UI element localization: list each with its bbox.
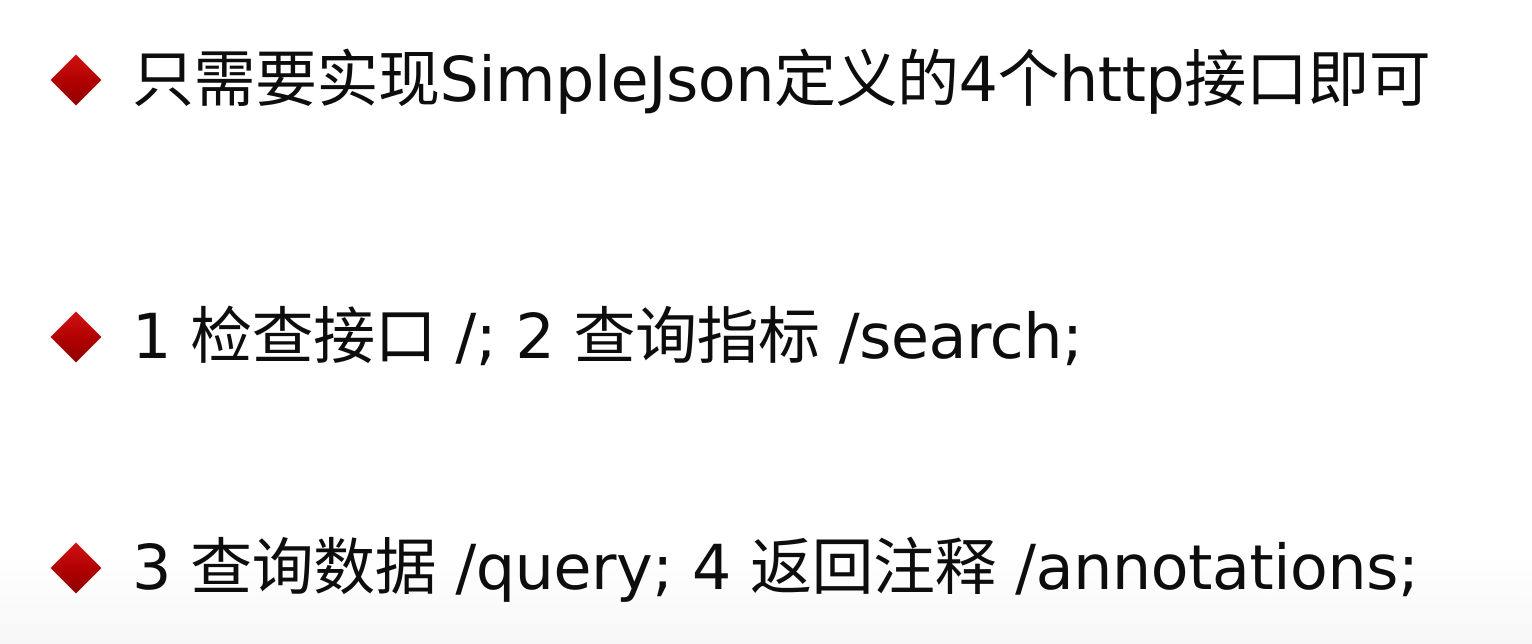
bullet-item-1: 只需要实现SimpleJson定义的4个http接口即可 bbox=[50, 41, 1431, 119]
bullet-text-2: 1 检查接口 /; 2 查询指标 /search; bbox=[132, 300, 1083, 373]
diamond-shape bbox=[50, 542, 102, 594]
diamond-shape bbox=[50, 54, 102, 106]
bullet-item-3: 3 查询数据 /query; 4 返回注释 /annotations; bbox=[50, 529, 1419, 607]
bullet-text-1: 只需要实现SimpleJson定义的4个http接口即可 bbox=[132, 43, 1431, 116]
red-diamond-bullet-icon bbox=[50, 542, 102, 594]
bullet-text-3: 3 查询数据 /query; 4 返回注释 /annotations; bbox=[132, 531, 1419, 604]
slide-canvas: 只需要实现SimpleJson定义的4个http接口即可 1 检查接口 /; 2… bbox=[0, 0, 1532, 644]
diamond-shape bbox=[50, 311, 102, 363]
bullet-item-2: 1 检查接口 /; 2 查询指标 /search; bbox=[50, 298, 1083, 376]
red-diamond-bullet-icon bbox=[50, 311, 102, 363]
red-diamond-bullet-icon bbox=[50, 54, 102, 106]
